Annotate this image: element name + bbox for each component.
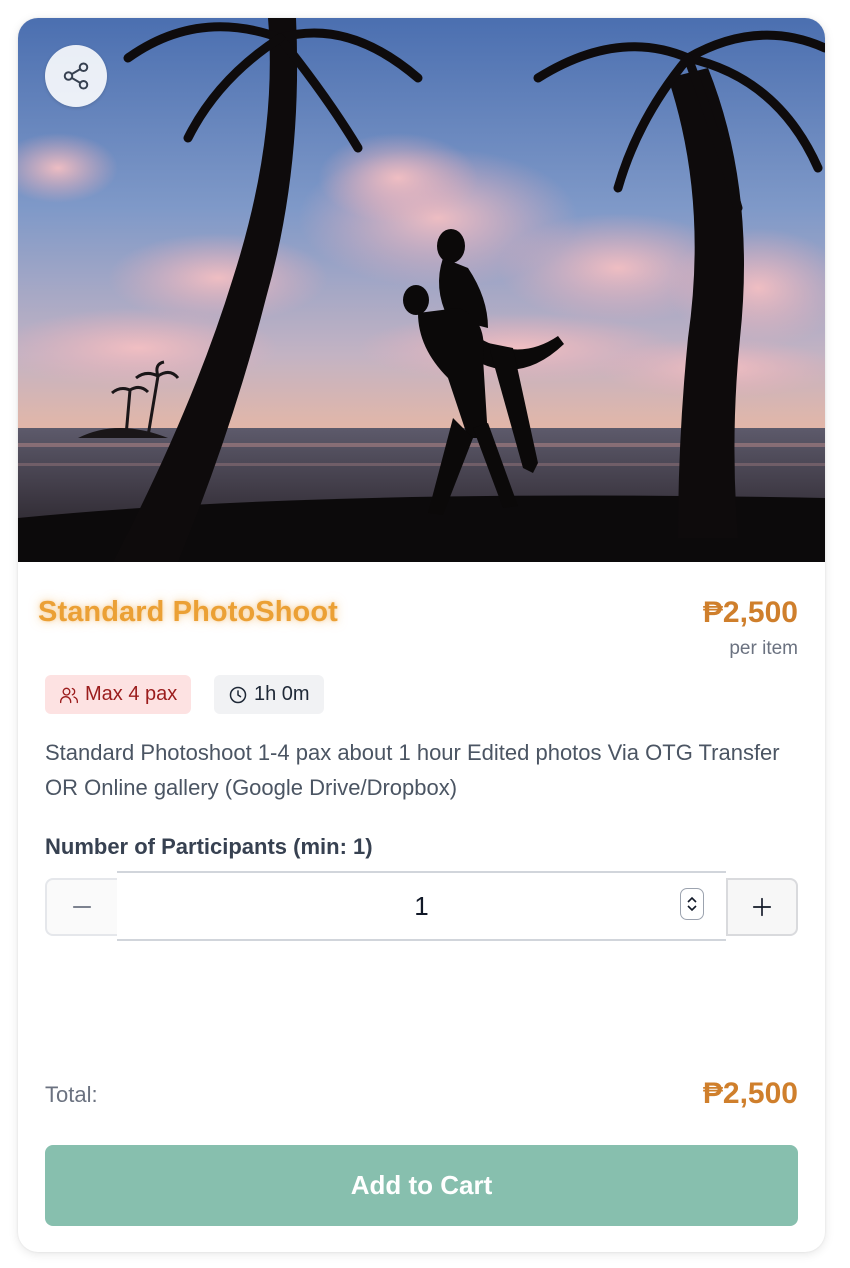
chevron-down-icon — [687, 905, 697, 912]
participants-label: Number of Participants (min: 1) — [45, 834, 373, 859]
chevron-up-icon — [687, 896, 697, 903]
price-unit: per item — [729, 638, 798, 659]
duration-badge: 1h 0m — [214, 675, 324, 714]
participants-input[interactable]: 1 — [117, 871, 726, 941]
max-pax-label: Max 4 pax — [85, 683, 178, 705]
total-value: ₱2,500 — [702, 1077, 798, 1110]
participants-value: 1 — [414, 890, 429, 921]
product-title: Standard PhotoShoot — [38, 596, 338, 628]
max-pax-badge: Max 4 pax — [45, 675, 192, 714]
decrement-button[interactable] — [45, 878, 117, 936]
users-icon — [60, 687, 79, 703]
share-button[interactable] — [45, 45, 107, 107]
total-label: Total: — [45, 1082, 98, 1107]
product-price: ₱2,500 — [702, 596, 798, 629]
clock-icon — [229, 686, 247, 703]
plus-icon — [752, 897, 772, 917]
add-to-cart-button[interactable]: Add to Cart — [45, 1145, 798, 1226]
product-image — [18, 18, 825, 562]
share-icon — [63, 62, 89, 90]
number-spinner[interactable] — [680, 888, 704, 920]
increment-button[interactable] — [726, 878, 798, 936]
product-card: Standard PhotoShoot ₱2,500 per item Max … — [18, 18, 825, 1252]
minus-icon — [72, 906, 92, 908]
product-description: Standard Photoshoot 1-4 pax about 1 hour… — [45, 740, 780, 800]
duration-label: 1h 0m — [254, 683, 310, 705]
